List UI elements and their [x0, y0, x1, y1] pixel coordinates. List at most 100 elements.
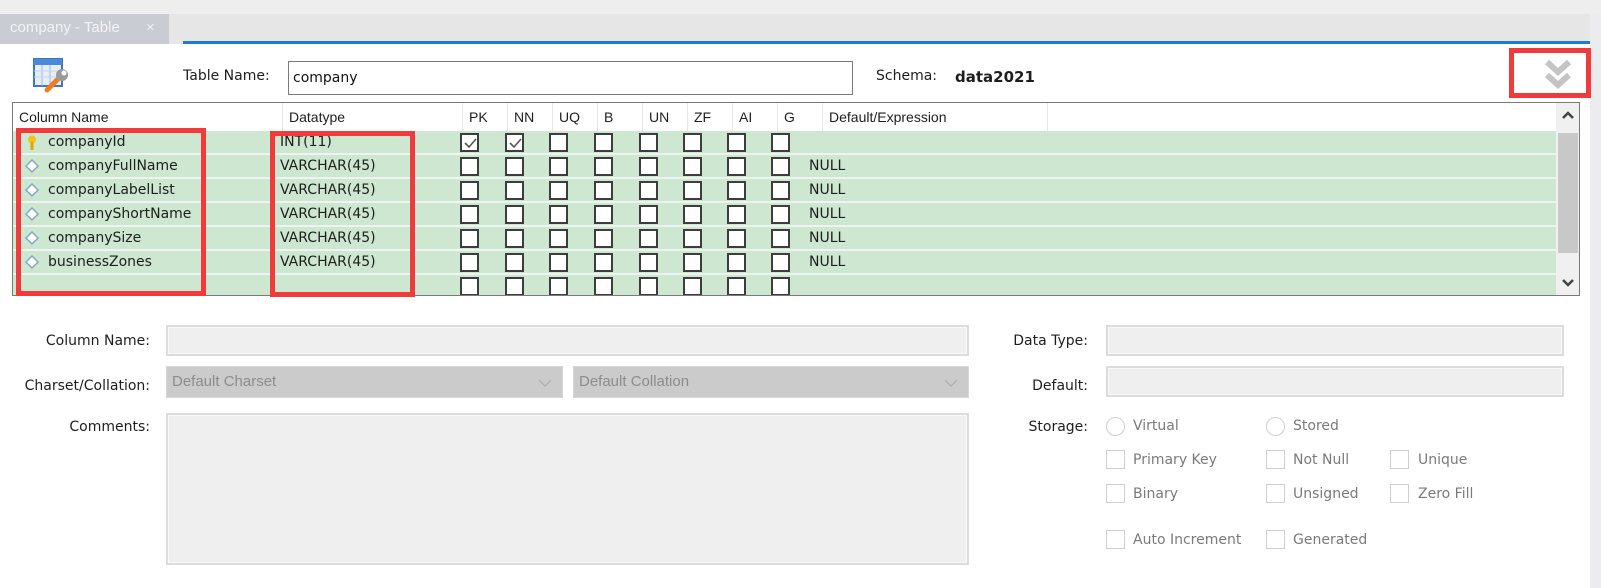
close-icon[interactable]: ×: [146, 14, 162, 42]
nn-checkbox[interactable]: [505, 181, 524, 200]
b-checkbox[interactable]: [594, 253, 613, 272]
data-type-field[interactable]: [1106, 325, 1564, 356]
collation-select[interactable]: Default Collation: [573, 366, 969, 398]
table-row[interactable]: businessZones VARCHAR(45) NULL: [13, 251, 1556, 275]
nn-checkbox[interactable]: [505, 157, 524, 176]
pk-checkbox[interactable]: [460, 253, 479, 272]
column-name-cell[interactable]: businessZones: [48, 251, 152, 273]
un-checkbox[interactable]: [639, 205, 658, 224]
column-name-cell[interactable]: companyFullName: [48, 155, 178, 177]
primary-key-checkbox[interactable]: [1106, 450, 1125, 469]
un-checkbox[interactable]: [639, 157, 658, 176]
uq-checkbox[interactable]: [549, 133, 568, 152]
scroll-up-button[interactable]: [1556, 103, 1579, 127]
nn-checkbox[interactable]: [505, 205, 524, 224]
zf-checkbox[interactable]: [683, 157, 702, 176]
nn-checkbox[interactable]: [505, 277, 524, 295]
column-name-cell[interactable]: companyLabelList: [48, 179, 175, 201]
comments-textarea[interactable]: [166, 413, 969, 565]
datatype-cell[interactable]: VARCHAR(45): [280, 179, 376, 201]
ai-checkbox[interactable]: [727, 229, 746, 248]
un-checkbox[interactable]: [639, 133, 658, 152]
header-datatype[interactable]: Datatype: [283, 103, 463, 131]
g-checkbox[interactable]: [771, 133, 790, 152]
zero-fill-checkbox[interactable]: [1390, 484, 1409, 503]
default-expression-cell[interactable]: NULL: [809, 251, 845, 273]
default-expression-cell[interactable]: NULL: [809, 227, 845, 249]
header-nn[interactable]: NN: [508, 103, 553, 131]
datatype-cell[interactable]: VARCHAR(45): [280, 251, 376, 273]
header-uq[interactable]: UQ: [553, 103, 598, 131]
table-row-empty[interactable]: [13, 275, 1556, 295]
table-row[interactable]: companySize VARCHAR(45) NULL: [13, 227, 1556, 251]
un-checkbox[interactable]: [639, 181, 658, 200]
un-checkbox[interactable]: [639, 277, 658, 295]
storage-stored-radio[interactable]: [1266, 417, 1285, 436]
header-pk[interactable]: PK: [463, 103, 508, 131]
ai-checkbox[interactable]: [727, 157, 746, 176]
zf-checkbox[interactable]: [683, 133, 702, 152]
collapse-details-button[interactable]: [1509, 48, 1591, 98]
nn-checkbox[interactable]: [505, 253, 524, 272]
datatype-cell[interactable]: VARCHAR(45): [280, 227, 376, 249]
default-expression-cell[interactable]: NULL: [809, 179, 845, 201]
storage-virtual-radio[interactable]: [1106, 417, 1125, 436]
pk-checkbox[interactable]: [460, 157, 479, 176]
header-ai[interactable]: AI: [733, 103, 778, 131]
ai-checkbox[interactable]: [727, 133, 746, 152]
b-checkbox[interactable]: [594, 277, 613, 295]
default-field[interactable]: [1106, 366, 1564, 397]
un-checkbox[interactable]: [639, 229, 658, 248]
pk-checkbox[interactable]: [460, 205, 479, 224]
column-name-cell[interactable]: companySize: [48, 227, 141, 249]
header-zf[interactable]: ZF: [688, 103, 733, 131]
pk-checkbox[interactable]: [460, 133, 479, 152]
datatype-cell[interactable]: INT(11): [280, 131, 332, 153]
column-name-field[interactable]: [166, 325, 969, 356]
g-checkbox[interactable]: [771, 205, 790, 224]
default-expression-cell[interactable]: NULL: [809, 203, 845, 225]
tab-company-table[interactable]: company - Table ×: [0, 14, 169, 44]
header-column-name[interactable]: Column Name: [13, 103, 283, 131]
scroll-down-button[interactable]: [1556, 271, 1579, 295]
grid-vertical-scrollbar[interactable]: [1556, 103, 1579, 295]
b-checkbox[interactable]: [594, 157, 613, 176]
b-checkbox[interactable]: [594, 181, 613, 200]
zf-checkbox[interactable]: [683, 205, 702, 224]
header-b[interactable]: B: [598, 103, 643, 131]
datatype-cell[interactable]: VARCHAR(45): [280, 155, 376, 177]
ai-checkbox[interactable]: [727, 277, 746, 295]
charset-select[interactable]: Default Charset: [166, 366, 563, 398]
zf-checkbox[interactable]: [683, 229, 702, 248]
column-name-cell[interactable]: companyId: [48, 131, 126, 153]
uq-checkbox[interactable]: [549, 253, 568, 272]
column-name-cell[interactable]: companyShortName: [48, 203, 191, 225]
ai-checkbox[interactable]: [727, 181, 746, 200]
b-checkbox[interactable]: [594, 205, 613, 224]
zf-checkbox[interactable]: [683, 181, 702, 200]
nn-checkbox[interactable]: [505, 133, 524, 152]
unique-checkbox[interactable]: [1390, 450, 1409, 469]
table-row[interactable]: companyFullName VARCHAR(45) NULL: [13, 155, 1556, 179]
header-un[interactable]: UN: [643, 103, 688, 131]
unsigned-checkbox[interactable]: [1266, 484, 1285, 503]
scroll-thumb[interactable]: [1558, 133, 1578, 253]
uq-checkbox[interactable]: [549, 205, 568, 224]
not-null-checkbox[interactable]: [1266, 450, 1285, 469]
pk-checkbox[interactable]: [460, 181, 479, 200]
generated-checkbox[interactable]: [1266, 530, 1285, 549]
pk-checkbox[interactable]: [460, 277, 479, 295]
g-checkbox[interactable]: [771, 157, 790, 176]
nn-checkbox[interactable]: [505, 229, 524, 248]
uq-checkbox[interactable]: [549, 277, 568, 295]
ai-checkbox[interactable]: [727, 205, 746, 224]
table-row[interactable]: companyId INT(11): [13, 131, 1556, 155]
binary-checkbox[interactable]: [1106, 484, 1125, 503]
auto-increment-checkbox[interactable]: [1106, 530, 1125, 549]
table-row[interactable]: companyLabelList VARCHAR(45) NULL: [13, 179, 1556, 203]
uq-checkbox[interactable]: [549, 181, 568, 200]
uq-checkbox[interactable]: [549, 229, 568, 248]
uq-checkbox[interactable]: [549, 157, 568, 176]
header-default-expression[interactable]: Default/Expression: [823, 103, 1048, 131]
ai-checkbox[interactable]: [727, 253, 746, 272]
